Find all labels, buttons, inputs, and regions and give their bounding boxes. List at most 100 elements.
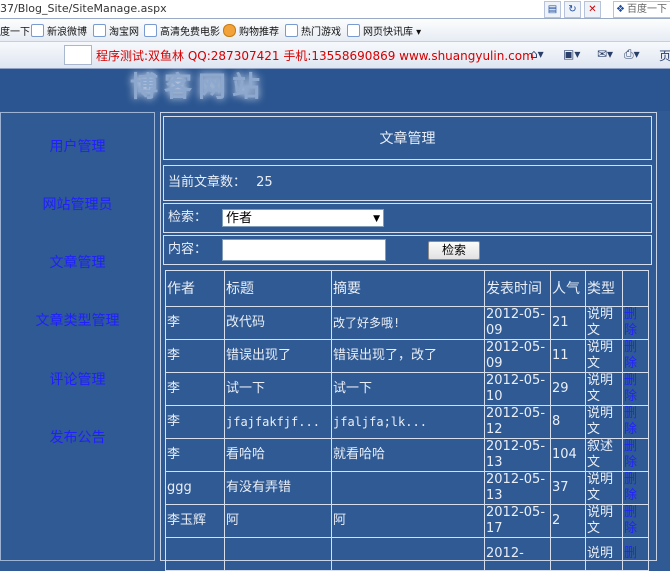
table-row: ggg 有没有弄错 2012-05-13 37 说明文 删除 <box>165 471 649 505</box>
search-label: 检索： <box>168 210 208 225</box>
delete-link[interactable]: 删除 <box>622 405 649 439</box>
cell-type: 说明文 <box>585 504 623 538</box>
refresh-icon[interactable]: ↻ <box>564 1 581 18</box>
search-placeholder: 百度一下 <box>626 4 667 15</box>
table-row: 李 jfajfakfjf... jfaljfa;lk... 2012-05-12… <box>165 405 649 439</box>
count-label: 当前文章数： <box>168 175 247 190</box>
cell-title <box>224 537 332 571</box>
cell-views: 2 <box>550 504 586 538</box>
cell-date: 2012-05-09 <box>484 339 551 373</box>
cell-title: 错误出现了 <box>224 339 332 373</box>
delete-link[interactable]: 删除 <box>622 471 649 505</box>
feeds-icon[interactable]: ▣▾ <box>563 47 580 61</box>
favorite-item[interactable]: 高清免费电影 <box>144 23 220 38</box>
table-row: 2012- 说明 删 <box>165 537 649 571</box>
count-value: 25 <box>256 175 273 190</box>
sidebar-item-admins[interactable]: 网站管理员 <box>1 194 154 214</box>
compat-view-icon[interactable]: ▤ <box>544 1 561 18</box>
favorite-item[interactable]: 新浪微博 <box>31 23 87 38</box>
chevron-down-icon: ▼ <box>373 214 380 224</box>
page-title: 文章管理 <box>163 116 652 160</box>
table-row: 李 试一下 试一下 2012-05-10 29 说明文 删除 <box>165 372 649 406</box>
cell-type: 说明文 <box>585 339 623 373</box>
column-header: 人气 <box>550 270 586 307</box>
column-header: 标题 <box>224 270 332 307</box>
cell-views: 37 <box>550 471 586 505</box>
ie-icon <box>285 24 298 37</box>
cell-type: 说明文 <box>585 306 623 340</box>
cell-author: 李 <box>165 405 225 439</box>
url-text[interactable]: 37/Blog_Site/SiteManage.aspx <box>0 2 167 15</box>
favorite-item[interactable]: 度一下 <box>0 23 30 38</box>
delete-link[interactable]: 删除 <box>622 306 649 340</box>
table-row: 李 错误出现了 错误出现了，改了 2012-05-09 11 说明文 删除 <box>165 339 649 373</box>
ie-icon <box>347 24 360 37</box>
command-bar: 程序测试:双鱼林 QQ:287307421 手机:13558690869 www… <box>0 42 670 69</box>
cell-author: 李 <box>165 372 225 406</box>
delete-link[interactable]: 删 <box>622 537 649 571</box>
cell-abstract: 阿 <box>331 504 485 538</box>
search-field-select[interactable]: 作者 ▼ <box>222 209 384 227</box>
cell-date: 2012-05-13 <box>484 438 551 472</box>
main-panel: 文章管理 当前文章数： 25 检索： 作者 ▼ 内容： 检索 作者 标题 摘要 … <box>160 112 657 571</box>
article-table: 作者 标题 摘要 发表时间 人气 类型 李 改代码 改了好多哦! 2012-05… <box>165 270 649 571</box>
cell-abstract: jfaljfa;lk... <box>331 405 485 439</box>
search-button[interactable]: 检索 <box>428 241 480 260</box>
delete-link[interactable]: 删除 <box>622 504 649 538</box>
search-box[interactable]: ❖ 百度一下 <box>613 1 670 18</box>
stop-icon[interactable]: ✕ <box>584 1 601 18</box>
cell-abstract: 就看哈哈 <box>331 438 485 472</box>
cell-views: 29 <box>550 372 586 406</box>
cell-title: 改代码 <box>224 306 332 340</box>
favorite-item[interactable]: 网页快讯库 ▾ <box>347 23 421 38</box>
cell-type: 说明 <box>585 537 623 571</box>
favorite-item[interactable]: 热门游戏 <box>285 23 341 38</box>
cell-title: 试一下 <box>224 372 332 406</box>
content-input[interactable] <box>222 239 386 261</box>
sidebar-item-articles[interactable]: 文章管理 <box>1 252 154 272</box>
sidebar-item-users[interactable]: 用户管理 <box>1 136 154 156</box>
cell-views: 104 <box>550 438 586 472</box>
column-header: 摘要 <box>331 270 485 307</box>
sidebar-item-announcements[interactable]: 发布公告 <box>1 427 154 447</box>
cell-author: 李 <box>165 306 225 340</box>
delete-link[interactable]: 删除 <box>622 372 649 406</box>
cell-author: ggg <box>165 471 225 505</box>
home-icon[interactable]: ⌂▾ <box>530 47 544 61</box>
print-icon[interactable]: ⎙▾ <box>624 47 640 62</box>
cell-date: 2012-05-13 <box>484 471 551 505</box>
ie-icon <box>31 24 44 37</box>
cell-type: 叙述文 <box>585 438 623 472</box>
cell-views: 21 <box>550 306 586 340</box>
delete-link[interactable]: 删除 <box>622 339 649 373</box>
page-menu[interactable]: 页 <box>659 47 670 64</box>
content-row: 内容： 检索 <box>163 235 652 265</box>
cell-date: 2012-05-09 <box>484 306 551 340</box>
column-header: 作者 <box>165 270 225 307</box>
cell-author: 李 <box>165 339 225 373</box>
shopping-icon <box>223 24 236 37</box>
table-header-row: 作者 标题 摘要 发表时间 人气 类型 <box>165 270 649 307</box>
ie-icon <box>93 24 106 37</box>
delete-link[interactable]: 删除 <box>622 438 649 472</box>
cell-author <box>165 537 225 571</box>
cell-date: 2012-05-17 <box>484 504 551 538</box>
sidebar-item-comments[interactable]: 评论管理 <box>1 369 154 389</box>
cell-abstract: 错误出现了，改了 <box>331 339 485 373</box>
site-logo: 博客网站 <box>130 70 267 103</box>
column-header: 发表时间 <box>484 270 551 307</box>
cell-title: 有没有弄错 <box>224 471 332 505</box>
cell-type: 说明文 <box>585 405 623 439</box>
sidebar-item-article-types[interactable]: 文章类型管理 <box>1 310 154 330</box>
cell-date: 2012-05-12 <box>484 405 551 439</box>
cell-date: 2012-05-10 <box>484 372 551 406</box>
favorite-item[interactable]: 购物推荐 <box>223 23 279 38</box>
favorite-item[interactable]: 淘宝网 <box>93 23 139 38</box>
article-count-row: 当前文章数： 25 <box>163 165 652 201</box>
cell-type: 说明文 <box>585 471 623 505</box>
content-label: 内容： <box>168 242 208 257</box>
address-bar[interactable]: 37/Blog_Site/SiteManage.aspx ▤ ↻ ✕ ❖ 百度一下 <box>0 0 670 19</box>
table-row: 李 看哈哈 就看哈哈 2012-05-13 104 叙述文 删除 <box>165 438 649 472</box>
mail-icon[interactable]: ✉▾ <box>597 47 613 61</box>
tab-box[interactable] <box>64 45 92 65</box>
